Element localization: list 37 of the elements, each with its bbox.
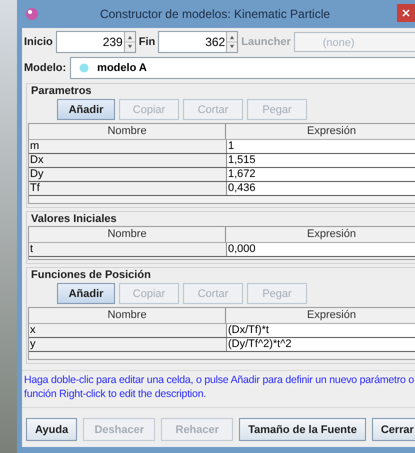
table-cell[interactable]: y — [29, 338, 227, 351]
table-cell[interactable]: Tf — [29, 182, 227, 195]
section-title: Funciones de Posición — [31, 269, 152, 281]
table-cell[interactable]: (Dx/Tf)*t — [227, 324, 415, 337]
column-header[interactable]: Expresión — [226, 124, 415, 139]
help-text: Haga doble-clic para editar una celda, o pulse Añadir para definir un nuevo parámetro o función Right-click to edit the description. — [22, 370, 415, 408]
table-cell[interactable]: (Dy/Tf^2)*t^2 — [227, 338, 415, 351]
table-cell[interactable]: 1,672 — [227, 168, 415, 181]
table-cell[interactable]: 1,515 — [227, 154, 415, 167]
end-label: Fin — [138, 36, 156, 48]
footer-button[interactable]: Ayuda — [26, 418, 78, 441]
model-dropdown[interactable]: modelo A — [70, 57, 415, 79]
start-spinner[interactable]: 239 — [56, 31, 136, 53]
table-cell[interactable]: x — [29, 324, 227, 337]
table-cell[interactable]: t — [29, 243, 227, 256]
table-cell[interactable]: Dx — [29, 154, 227, 167]
table-cell[interactable]: 0,000 — [227, 243, 415, 256]
column-header[interactable]: Nombre — [29, 227, 226, 242]
column-header[interactable]: Nombre — [29, 308, 226, 323]
action-button[interactable]: Añadir — [57, 99, 115, 120]
action-button[interactable]: Añadir — [57, 283, 115, 304]
column-header[interactable]: Nombre — [29, 124, 226, 139]
end-spinner[interactable]: 362 — [158, 31, 238, 53]
footer-button[interactable]: Cerrar — [372, 418, 415, 441]
column-header[interactable]: Expresión — [226, 227, 415, 242]
table-cell[interactable]: 0,436 — [227, 182, 415, 195]
table-cell[interactable]: 1 — [227, 140, 415, 153]
table-cell[interactable]: Dy — [29, 168, 227, 181]
window-title: Constructor de modelos: Kinematic Particle — [98, 7, 332, 21]
section-title: Valores Iniciales — [31, 213, 118, 225]
section-title: Parametros — [31, 85, 93, 97]
column-header[interactable]: Expresión — [226, 308, 415, 323]
table-cell[interactable]: m — [29, 140, 227, 153]
launcher-label: Launcher — [241, 36, 291, 48]
model-label: Modelo: — [24, 62, 66, 74]
footer-button[interactable]: Tamaño de la Fuente — [239, 418, 366, 441]
start-label: Inicio — [24, 36, 53, 48]
